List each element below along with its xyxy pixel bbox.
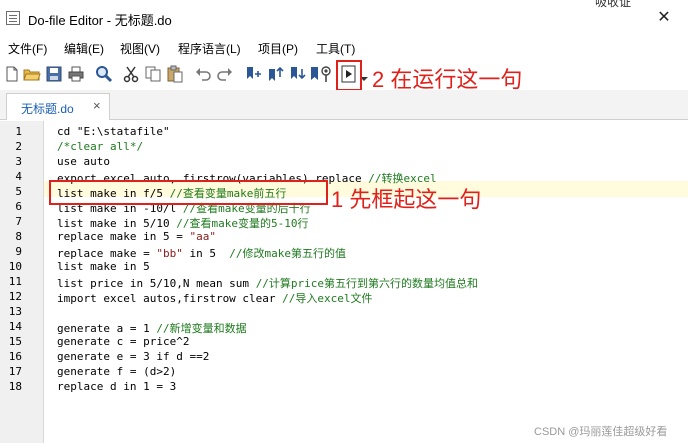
code-token: generate e = 3 if d ==2 [57,350,210,363]
save-icon[interactable] [45,65,63,83]
line-number: 12 [8,290,22,303]
line-number: 6 [15,200,22,213]
undo-icon[interactable] [194,65,212,83]
code-line: cd "E:\statafile" [57,125,170,138]
bookmark-next-icon[interactable] [288,65,306,83]
code-line: /*clear all*/ [57,140,143,153]
tab-bar: 无标题.do × [0,90,688,120]
code-comment: //新增变量和数据 [156,322,247,335]
line-number: 10 [8,260,22,273]
title-bar: Do-file Editor - 无标题.do 吸收证 ✕ [0,0,688,36]
line-number: 5 [15,185,22,198]
code-line: replace make in 5 = "aa" [57,230,216,243]
menu-file[interactable]: 文件(F) [8,40,47,57]
app-icon [6,11,20,25]
cut-icon[interactable] [122,65,140,83]
selection-highlight-box [49,180,328,205]
menu-view[interactable]: 视图(V) [120,40,160,57]
code-string: "aa" [189,230,216,243]
code-line: generate f = (d>2) [57,365,176,378]
code-line: list make in 5/10 //查看make变量的5-10行 [57,215,308,231]
close-tab-icon[interactable]: × [93,98,101,113]
bookmark-toggle-icon[interactable] [244,65,262,83]
code-token: cd "E:\statafile" [57,125,170,138]
tab-label: 无标题.do [21,102,74,116]
preview-icon[interactable] [317,65,335,83]
open-folder-icon[interactable] [23,65,41,83]
line-number: 9 [15,245,22,258]
menu-project[interactable]: 项目(P) [258,40,298,57]
code-line: import excel autos,firstrow clear //导入ex… [57,290,373,306]
execute-highlight-box [336,60,362,91]
code-token: replace d in 1 = 3 [57,380,177,393]
line-number: 18 [8,380,22,393]
menu-bar: 文件(F) 编辑(E) 视图(V) 程序语言(L) 项目(P) 工具(T) [0,36,688,58]
line-number: 13 [8,305,22,318]
menu-edit[interactable]: 编辑(E) [64,40,104,57]
code-comment: //计算price第五行到第六行的数量均值总和 [255,277,479,290]
new-file-icon[interactable] [3,65,21,83]
line-number: 1 [15,125,22,138]
print-icon[interactable] [67,65,85,83]
annotation-step1: 1 先框起这一句 [331,187,482,212]
line-number: 11 [8,275,22,288]
line-number: 17 [8,365,22,378]
line-number: 15 [8,335,22,348]
line-number: 14 [8,320,22,333]
code-token: replace make in 5 = [57,230,190,243]
code-comment: //查看make变量的5-10行 [176,217,309,230]
line-number: 3 [15,155,22,168]
redo-icon[interactable] [216,65,234,83]
code-token: use auto [57,155,110,168]
code-comment: //修改make第五行的值 [229,247,346,260]
copy-icon[interactable] [144,65,162,83]
code-token: import excel autos,firstrow clear [57,292,283,305]
code-line: replace make = "bb" in 5 //修改make第五行的值 [57,245,346,261]
find-icon[interactable] [95,65,113,83]
close-window-button[interactable]: ✕ [654,8,674,28]
code-token: generate a = 1 [57,322,157,335]
code-token: replace make = [57,247,157,260]
code-token: list make in 5 [57,260,150,273]
menu-tools[interactable]: 工具(T) [316,40,355,57]
line-number: 2 [15,140,22,153]
window-title: Do-file Editor - 无标题.do [28,13,172,28]
line-number: 16 [8,350,22,363]
code-token: list make in 5/10 [57,217,177,230]
line-number: 8 [15,230,22,243]
tab-untitled-do[interactable]: 无标题.do × [6,93,110,120]
bookmark-prev-icon[interactable] [266,65,284,83]
code-comment: //导入excel文件 [282,292,373,305]
code-line: use auto [57,155,110,168]
code-line: generate a = 1 //新增变量和数据 [57,320,247,336]
line-number: 4 [15,170,22,183]
code-token: in 5 [182,247,230,260]
code-line: replace d in 1 = 3 [57,380,176,393]
code-token: generate f = (d>2) [57,365,177,378]
code-token: generate c = price^2 [57,335,190,348]
code-line: list make in 5 [57,260,150,273]
code-line: generate c = price^2 [57,335,189,348]
background-window-text: 吸收证 [595,0,632,9]
code-editor[interactable]: 1 cd "E:\statafile" 2 /*clear all*/ 3 use aut… [0,121,688,443]
line-number: 7 [15,215,22,228]
code-token: list price in 5/10,N mean sum [57,277,256,290]
code-string: "bb" [156,247,183,260]
code-line: generate e = 3 if d ==2 [57,350,209,363]
code-line: list price in 5/10,N mean sum //计算price第… [57,275,478,291]
menu-language[interactable]: 程序语言(L) [178,40,241,57]
watermark: CSDN @玛丽莲佳超级好看 [534,426,668,438]
paste-icon[interactable] [166,65,184,83]
code-comment: /*clear all*/ [57,140,144,153]
